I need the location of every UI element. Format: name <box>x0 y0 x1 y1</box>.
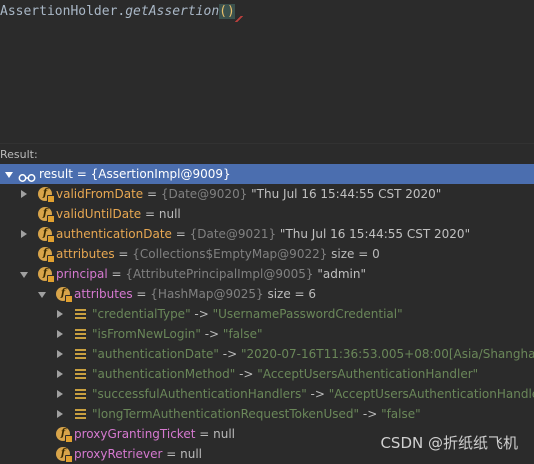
code-method-name: getAssertion <box>125 4 220 19</box>
map-key: "successfulAuthenticationHandlers" <box>92 387 307 401</box>
field-size: size = 0 <box>327 247 380 261</box>
result-label: Result: <box>0 148 38 161</box>
expand-arrow-icon[interactable] <box>21 230 27 238</box>
map-value: "false" <box>381 407 421 421</box>
panel-divider[interactable] <box>0 143 534 144</box>
tree-row-principal-attributes[interactable]: f attributes = {HashMap@9025} size = 6 <box>0 284 534 304</box>
tree-row-authenticationdate[interactable]: f authenticationDate = {Date@9021} "Thu … <box>0 224 534 244</box>
field-icon: f <box>38 207 55 223</box>
field-icon: f <box>38 227 55 243</box>
field-icon: f <box>38 247 55 263</box>
map-key: "authenticationDate" <box>92 347 219 361</box>
expand-arrow-icon[interactable] <box>57 350 63 358</box>
map-key: "authenticationMethod" <box>92 367 236 381</box>
expand-arrow-icon[interactable] <box>21 190 27 198</box>
map-entry-icon <box>75 349 86 359</box>
map-entry-longtermauthenticationrequesttokenused[interactable]: "longTermAuthenticationRequestTokenUsed"… <box>0 404 534 424</box>
map-entry-icon <box>75 329 86 339</box>
map-value: "false" <box>222 327 263 341</box>
collapse-arrow-icon[interactable] <box>5 172 13 178</box>
map-entry-authenticationdate[interactable]: "authenticationDate" -> "2020-07-16T11:3… <box>0 344 534 364</box>
map-key: "credentialType" <box>92 307 191 321</box>
result-label-text: result = {AssertionImpl@9009} <box>39 167 231 181</box>
tree-row-principal[interactable]: f principal = {AttributePrincipalImpl@90… <box>0 264 534 284</box>
field-icon: f <box>56 447 73 463</box>
expand-arrow-icon[interactable] <box>57 370 63 378</box>
expand-arrow-icon[interactable] <box>57 410 63 418</box>
field-name: attributes <box>74 287 133 301</box>
code-parens: () <box>219 4 235 19</box>
object-ref: {AttributePrincipalImpl@9005} <box>125 267 314 281</box>
expand-arrow-icon[interactable] <box>57 390 63 398</box>
code-class-name: AssertionHolder. <box>0 4 126 19</box>
map-value: "AcceptUsersAuthenticationHandler" <box>257 367 479 381</box>
field-size: size = 6 <box>263 287 317 301</box>
object-ref: {Date@9021} <box>189 227 277 241</box>
map-value: "2020-07-16T11:36:53.005+08:00[Asia/Shan… <box>240 347 534 361</box>
map-key: "isFromNewLogin" <box>92 327 201 341</box>
tree-row-validfromdate[interactable]: f validFromDate = {Date@9020} "Thu Jul 1… <box>0 184 534 204</box>
map-entry-icon <box>75 309 86 319</box>
object-ref: {Date@9020} <box>160 187 248 201</box>
tree-row-validuntildate[interactable]: f validUntilDate = null <box>0 204 534 224</box>
tree-row-result[interactable]: result = {AssertionImpl@9009} <box>0 164 534 184</box>
field-value: null <box>158 207 181 221</box>
map-entry-icon <box>75 409 86 419</box>
object-ref: {HashMap@9025} <box>150 287 264 301</box>
field-name: proxyGrantingTicket <box>74 427 196 441</box>
collapse-arrow-icon[interactable] <box>20 272 28 278</box>
field-name: attributes <box>56 247 115 261</box>
map-entry-isfromnewlogin[interactable]: "isFromNewLogin" -> "false" <box>0 324 534 344</box>
map-entry-successfulauthenticationhandlers[interactable]: "successfulAuthenticationHandlers" -> "A… <box>0 384 534 404</box>
field-name: validFromDate <box>56 187 144 201</box>
field-icon: f <box>56 287 73 303</box>
field-icon: f <box>38 187 55 203</box>
field-name: authenticationDate <box>56 227 172 241</box>
code-editor[interactable]: AssertionHolder.getAssertion() <box>0 0 534 143</box>
expand-arrow-icon[interactable] <box>57 310 63 318</box>
tree-row-attributes-empty[interactable]: f attributes = {Collections$EmptyMap@902… <box>0 244 534 264</box>
map-value: "AcceptUsersAuthenticationHandler" <box>328 387 534 401</box>
field-name: principal <box>56 267 108 281</box>
field-value: null <box>180 447 202 461</box>
map-entry-icon <box>75 369 86 379</box>
map-entry-credentialtype[interactable]: "credentialType" -> "UsernamePasswordCre… <box>0 304 534 324</box>
field-value: "admin" <box>313 267 366 281</box>
code-expression[interactable]: AssertionHolder.getAssertion() <box>0 2 243 22</box>
field-value: null <box>213 427 235 441</box>
field-name: validUntilDate <box>56 207 142 221</box>
map-entry-icon <box>75 389 86 399</box>
map-key: "longTermAuthenticationRequestTokenUsed" <box>92 407 360 421</box>
field-value: "Thu Jul 16 15:44:55 CST 2020" <box>247 187 442 201</box>
field-icon: f <box>38 267 55 283</box>
expand-arrow-icon[interactable] <box>57 330 63 338</box>
field-name: proxyRetriever <box>74 447 163 461</box>
map-value: "UsernamePasswordCredential" <box>212 307 403 321</box>
map-entry-authenticationmethod[interactable]: "authenticationMethod" -> "AcceptUsersAu… <box>0 364 534 384</box>
csdn-watermark: CSDN @折纸纸飞机 <box>380 434 518 452</box>
object-ref: {Collections$EmptyMap@9022} <box>132 247 328 261</box>
field-value: "Thu Jul 16 15:44:55 CST 2020" <box>276 227 471 241</box>
field-icon: f <box>56 427 73 443</box>
collapse-arrow-icon[interactable] <box>38 292 46 298</box>
error-squiggle-icon <box>234 16 243 22</box>
watch-glasses-icon <box>18 169 36 182</box>
